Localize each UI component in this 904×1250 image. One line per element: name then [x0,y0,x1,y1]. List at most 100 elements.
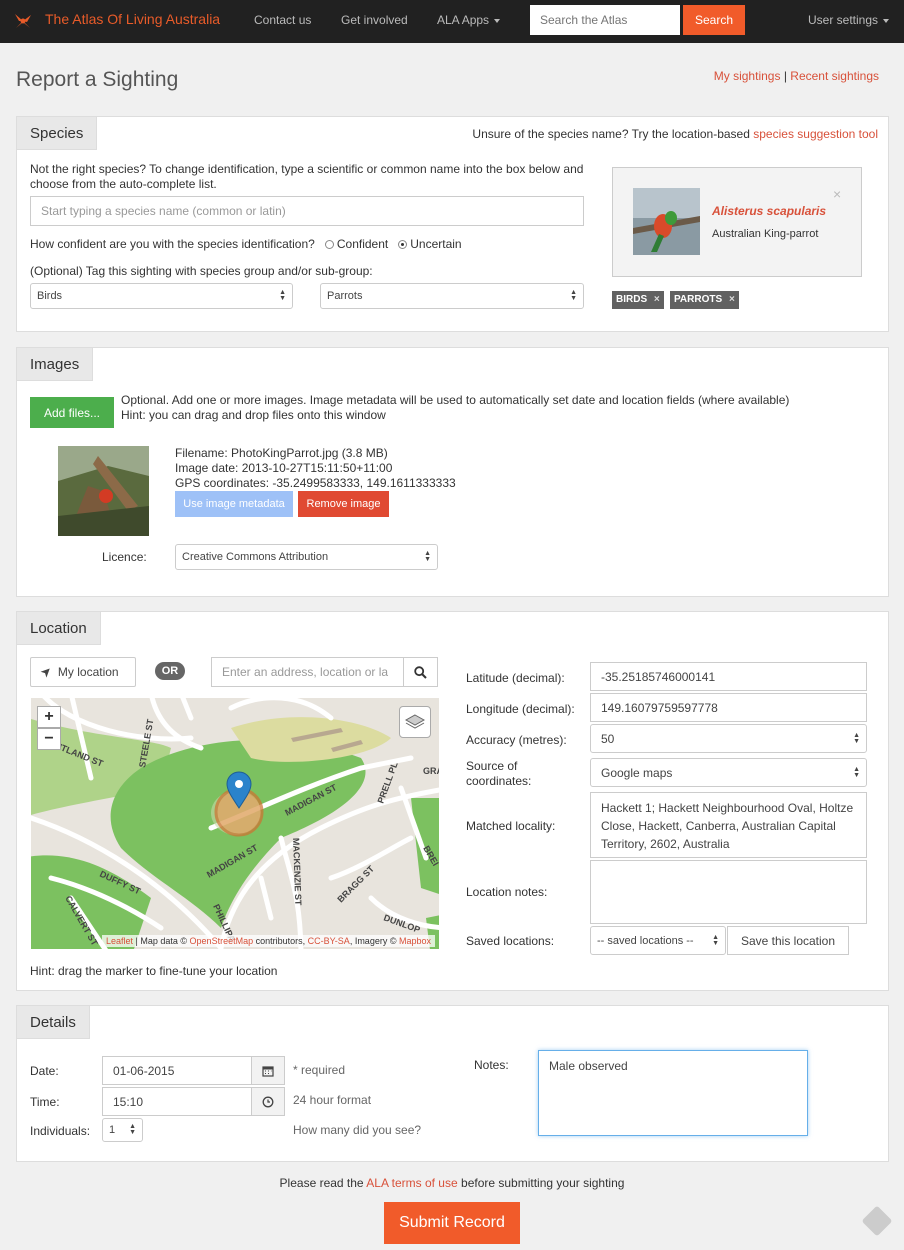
location-map[interactable]: MAITLAND ST STEELE ST MADIGAN ST MADIGAN… [31,698,439,949]
select-arrows-icon: ▲ ▼ [424,550,431,563]
nav-ala-apps-label: ALA Apps [437,13,490,27]
layers-button[interactable] [399,706,431,738]
change-species-text: Not the right species? To change identif… [30,162,584,191]
selected-species-card: Alisterus scapularis Australian King-par… [612,167,862,277]
confident-radio[interactable] [324,240,334,249]
individuals-select[interactable]: 1 ▲ ▼ [102,1118,143,1142]
time-label: Time: [30,1095,60,1109]
feedback-icon[interactable] [861,1205,893,1237]
close-icon[interactable]: × [729,294,735,305]
nav-contact-link[interactable]: Contact us [254,13,311,27]
remove-image-button[interactable]: Remove image [298,491,389,517]
image-gps: GPS coordinates: -35.2499583333, 149.161… [175,476,456,490]
location-tab: Location [17,612,101,645]
licence-select[interactable]: Creative Commons Attribution ▲ ▼ [175,544,438,570]
ala-logo-icon[interactable] [12,10,34,32]
location-notes-label: Location notes: [466,885,548,899]
individuals-value: 1 [109,1124,116,1136]
confidence-row: How confident are you with the species i… [30,237,462,251]
navbar: The Atlas Of Living Australia Contact us… [0,0,904,43]
select-arrows-icon: ▲ ▼ [129,1123,136,1136]
nav-ala-apps-dropdown[interactable]: ALA Apps [437,13,501,27]
saved-locations-label: Saved locations: [466,934,555,948]
my-sightings-link[interactable]: My sightings [714,69,781,83]
nav-get-involved-link[interactable]: Get involved [341,13,408,27]
confident-label: Confident [336,237,389,251]
species-sci-name[interactable]: Alisterus scapularis [712,204,826,218]
species-group-select[interactable]: Birds ▲ ▼ [30,283,293,309]
add-files-button[interactable]: Add files... [30,397,114,428]
close-icon[interactable]: × [833,186,841,202]
terms-suffix: before submitting your sighting [461,1176,625,1190]
tag-birds-label: BIRDS [616,294,648,305]
species-search-input[interactable]: Start typing a species name (common or l… [30,196,584,226]
tag-parrots: PARROTS × [670,291,739,309]
images-hint-1: Optional. Add one or more images. Image … [121,393,790,407]
date-required-hint: * required [293,1063,346,1077]
species-subgroup-select[interactable]: Parrots ▲ ▼ [320,283,584,309]
save-location-button[interactable]: Save this location [727,926,849,955]
close-icon[interactable]: × [654,294,660,305]
location-arrow-icon: ➤ [36,662,56,681]
nav-search-button[interactable]: Search [683,5,745,35]
leaflet-link[interactable]: Leaflet [106,936,133,946]
attribution-text: contributors, [253,936,308,946]
submit-record-button[interactable]: Submit Record [384,1202,520,1244]
species-tab: Species [17,117,98,150]
clock-icon [262,1096,274,1107]
licence-label: Licence: [102,550,147,564]
map-attribution: Leaflet | Map data © OpenStreetMap contr… [102,935,435,947]
my-location-button[interactable]: ➤ My location [30,657,136,687]
recent-sightings-link[interactable]: Recent sightings [790,69,879,83]
details-panel: Details Date: 01-06-2015 * required Time… [16,1005,889,1162]
accuracy-select[interactable]: 50 ▲ ▼ [590,724,867,753]
select-arrows-icon: ▲ ▼ [853,765,860,779]
terms-of-use-link[interactable]: ALA terms of use [366,1176,457,1190]
source-value: Google maps [601,765,673,780]
species-hint-text: Unsure of the species name? Try the loca… [472,127,750,141]
species-panel: Species Unsure of the species name? Try … [16,116,889,332]
source-select[interactable]: Google maps ▲ ▼ [590,758,867,787]
species-group-value: Birds [37,290,63,302]
matched-locality-textarea[interactable]: Hackett 1; Hackett Neighbourhood Oval, H… [590,792,867,858]
nav-brand[interactable]: The Atlas Of Living Australia [45,11,220,27]
location-panel: Location ➤ My location OR Enter an addre… [16,611,889,991]
matched-locality-label: Matched locality: [466,819,556,833]
clock-button[interactable] [251,1087,285,1116]
notes-label: Notes: [474,1058,509,1072]
zoom-out-button[interactable]: − [37,728,61,750]
location-notes-textarea[interactable] [590,860,867,924]
calendar-icon [262,1065,274,1077]
top-links-separator: | [783,69,787,83]
saved-locations-select[interactable]: -- saved locations -- ▲ ▼ [590,926,726,955]
date-input[interactable]: 01-06-2015 [102,1056,252,1085]
tag-birds: BIRDS × [612,291,664,309]
species-suggestion-link[interactable]: species suggestion tool [753,127,878,141]
nav-search-input[interactable] [530,5,680,35]
longitude-input[interactable]: 149.16079759597778 [590,693,867,722]
species-subgroup-value: Parrots [327,290,363,302]
user-settings-label: User settings [808,13,879,27]
address-search-input[interactable]: Enter an address, location or la [211,657,404,687]
species-common-name: Australian King-parrot [712,228,819,240]
address-search-button[interactable] [403,657,438,687]
mapbox-link[interactable]: Mapbox [399,936,431,946]
use-image-metadata-button[interactable]: Use image metadata [175,491,293,517]
image-date: Image date: 2013-10-27T15:11:50+11:00 [175,461,393,475]
uncertain-radio[interactable] [398,240,408,249]
cc-by-sa-link[interactable]: CC-BY-SA [308,936,350,946]
latitude-input[interactable]: -35.25185746000141 [590,662,867,691]
image-filename: Filename: PhotoKingParrot.jpg (3.8 MB) [175,446,388,460]
uncertain-label: Uncertain [410,237,462,251]
openstreetmap-link[interactable]: OpenStreetMap [190,936,254,946]
street-label: GRA [423,766,439,776]
calendar-button[interactable] [251,1056,285,1085]
images-tab: Images [17,348,94,381]
select-arrows-icon: ▲ ▼ [712,933,719,947]
time-input[interactable]: 15:10 [102,1087,252,1116]
user-settings-dropdown[interactable]: User settings [808,13,890,27]
zoom-in-button[interactable]: + [37,706,61,728]
notes-textarea[interactable]: Male observed [538,1050,808,1136]
attribution-text: | Map data © [133,936,190,946]
select-arrows-icon: ▲ ▼ [853,731,860,745]
